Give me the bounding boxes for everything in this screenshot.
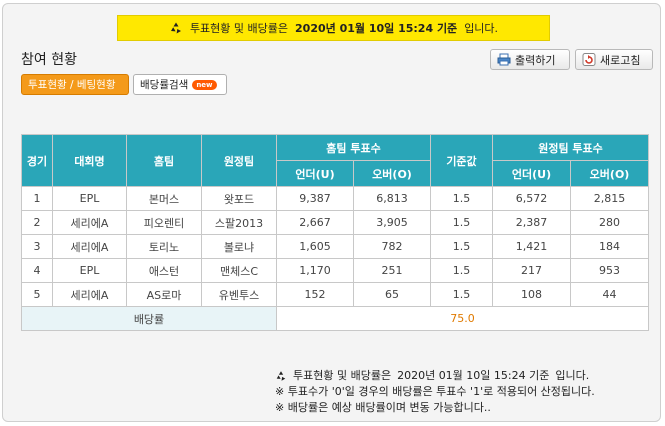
col-base: 기준값 — [430, 134, 493, 187]
cell-away-over: 2,815 — [570, 186, 649, 211]
notice-prefix: 투표현황 및 배당률은 — [189, 22, 289, 35]
tab-odds-search-label: 배당률검색 — [140, 79, 189, 91]
cell-home-over: 6,813 — [353, 186, 431, 211]
table-row: 4 EPL 애스턴 맨체스C 1,170 251 1.5 217 953 — [21, 258, 649, 283]
cell-league: 세리에A — [52, 234, 127, 259]
page-title: 참여 현황 — [21, 52, 77, 68]
footer-line-2: ※ 투표수가 '0'일 경우의 배당률은 투표수 '1'로 적용되어 산정됩니다… — [275, 385, 595, 398]
cell-home-over: 251 — [353, 258, 431, 283]
cell-league: 세리에A — [52, 210, 127, 235]
table-row: 2 세리에A 피오렌티 스팔2013 2,667 3,905 1.5 2,387… — [21, 210, 649, 235]
col-home-under: 언더(U) — [276, 160, 354, 187]
cell-away-over: 44 — [570, 282, 649, 307]
tab-odds-search[interactable]: 배당률검색 new — [133, 74, 227, 95]
cell-away-under: 1,421 — [492, 234, 571, 259]
print-button[interactable]: 출력하기 — [490, 49, 570, 70]
printer-icon — [497, 53, 511, 66]
cell-away-over: 280 — [570, 210, 649, 235]
cell-home: 애스턴 — [126, 258, 202, 283]
notice-suffix: 입니다. — [464, 22, 499, 35]
table-row: 1 EPL 본머스 왓포드 9,387 6,813 1.5 6,572 2,81… — [21, 186, 649, 211]
cell-no: 2 — [21, 210, 53, 235]
cell-base: 1.5 — [430, 234, 493, 259]
cell-away-under: 6,572 — [492, 186, 571, 211]
refresh-label: 새로고침 — [600, 53, 641, 67]
col-game: 경기 — [21, 134, 53, 187]
cell-home: 피오렌티 — [126, 210, 202, 235]
notice-bar: 투표현황 및 배당률은 2020년 01월 10일 15:24 기준 입니다. — [117, 15, 550, 41]
bet-label: 배당률 — [21, 306, 277, 331]
footer-line-1: 투표현황 및 배당률은 2020년 01월 10일 15:24 기준 입니다. — [275, 368, 595, 384]
cell-away: 맨체스C — [201, 258, 277, 283]
cell-home: 토리노 — [126, 234, 202, 259]
cell-home-over: 65 — [353, 282, 431, 307]
cell-away-over: 184 — [570, 234, 649, 259]
participation-panel: 투표현황 및 배당률은 2020년 01월 10일 15:24 기준 입니다. … — [2, 3, 661, 422]
cell-base: 1.5 — [430, 258, 493, 283]
cell-no: 1 — [21, 186, 53, 211]
cell-away: 스팔2013 — [201, 210, 277, 235]
cell-no: 4 — [21, 258, 53, 283]
footer-prefix: 투표현황 및 배당률은 — [293, 369, 392, 382]
vote-table: 경기 대회명 홈팀 원정팀 홈팀 투표수 기준값 원정팀 투표수 언더(U) 오… — [21, 134, 649, 331]
col-home: 홈팀 — [126, 134, 202, 187]
col-away: 원정팀 — [201, 134, 277, 187]
table-row: 3 세리에A 토리노 볼로냐 1,605 782 1.5 1,421 184 — [21, 234, 649, 259]
footer-suffix: 입니다. — [555, 369, 590, 382]
refresh-button[interactable]: 새로고침 — [575, 49, 653, 70]
cell-home-under: 1,605 — [276, 234, 354, 259]
print-label: 출력하기 — [515, 53, 556, 67]
cell-base: 1.5 — [430, 210, 493, 235]
cell-base: 1.5 — [430, 282, 493, 307]
cell-home-under: 9,387 — [276, 186, 354, 211]
col-league: 대회명 — [52, 134, 127, 187]
cell-away: 왓포드 — [201, 186, 277, 211]
footer-date: 2020년 01월 10일 15:24 기준 — [397, 369, 550, 382]
table-row: 5 세리에A AS로마 유벤투스 152 65 1.5 108 44 — [21, 282, 649, 307]
cell-base: 1.5 — [430, 186, 493, 211]
cell-league: 세리에A — [52, 282, 127, 307]
cell-away: 볼로냐 — [201, 234, 277, 259]
tab-vote-bet-status[interactable]: 투표현황 / 베팅현황 — [21, 74, 129, 95]
cell-away-over: 953 — [570, 258, 649, 283]
cell-away-under: 217 — [492, 258, 571, 283]
cell-home-under: 1,170 — [276, 258, 354, 283]
col-home-votes: 홈팀 투표수 — [276, 134, 431, 161]
cell-home-over: 3,905 — [353, 210, 431, 235]
cell-away-under: 108 — [492, 282, 571, 307]
cell-league: EPL — [52, 258, 127, 283]
bet-row: 배당률 75.0 — [21, 306, 649, 331]
refresh-icon — [582, 53, 596, 66]
recycle-icon — [170, 22, 181, 34]
footer-notes: 투표현황 및 배당률은 2020년 01월 10일 15:24 기준 입니다. … — [275, 368, 595, 416]
col-away-over: 오버(O) — [570, 160, 649, 187]
col-away-under: 언더(U) — [492, 160, 571, 187]
footer-line-3: ※ 배당률은 예상 배당률이며 변동 가능합니다.. — [275, 401, 491, 414]
cell-home-under: 152 — [276, 282, 354, 307]
cell-league: EPL — [52, 186, 127, 211]
recycle-icon — [276, 371, 286, 381]
bet-value: 75.0 — [276, 306, 649, 331]
notice-date: 2020년 01월 10일 15:24 기준 — [295, 22, 458, 35]
cell-away: 유벤투스 — [201, 282, 277, 307]
cell-no: 5 — [21, 282, 53, 307]
col-away-votes: 원정팀 투표수 — [492, 134, 649, 161]
col-home-over: 오버(O) — [353, 160, 431, 187]
cell-home-over: 782 — [353, 234, 431, 259]
cell-no: 3 — [21, 234, 53, 259]
cell-away-under: 2,387 — [492, 210, 571, 235]
cell-home: 본머스 — [126, 186, 202, 211]
cell-home: AS로마 — [126, 282, 202, 307]
new-badge: new — [192, 79, 217, 90]
cell-home-under: 2,667 — [276, 210, 354, 235]
